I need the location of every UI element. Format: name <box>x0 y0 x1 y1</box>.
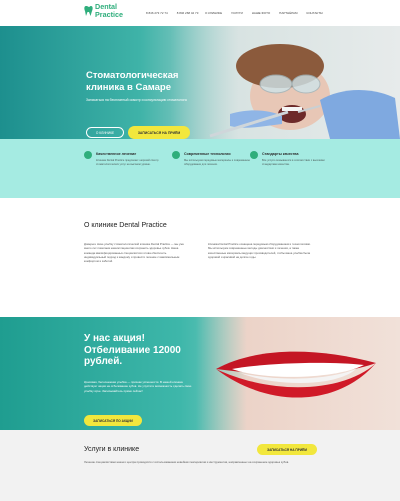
smile-photo <box>196 317 400 430</box>
page: Dental Practice 8 846 273 72 74 8 846 26… <box>0 0 400 501</box>
phone-list: 8 846 273 72 74 8 846 268 42 73 <box>146 11 198 15</box>
logo[interactable]: Dental Practice <box>84 3 135 18</box>
hero-section: Стоматологическая клиника в Самаре Запис… <box>0 26 400 139</box>
about-clinic-button[interactable]: О КЛИНИКЕ <box>86 127 124 138</box>
logo-text: Dental Practice <box>95 3 135 18</box>
feature-text: Клиника Dental Practice предлагает широк… <box>96 159 159 166</box>
services-signup-button[interactable]: ЗАПИСАТЬСЯ НА ПРИЁМ <box>257 444 317 455</box>
site-header: Dental Practice 8 846 273 72 74 8 846 26… <box>0 0 400 26</box>
about-section: О клинике Dental Practice Доверьте свою … <box>0 198 400 317</box>
quality-icon <box>250 151 258 159</box>
feature-text: Мы используем передовые материалы и совр… <box>184 159 250 166</box>
nav-item-about[interactable]: О клинике <box>205 11 222 15</box>
nav-item-services[interactable]: Услуги <box>231 11 243 15</box>
phone-2[interactable]: 8 846 268 42 73 <box>177 11 199 15</box>
nav-item-photos[interactable]: Наше фото <box>252 11 270 15</box>
feature-title: Качественное лечение <box>96 152 137 156</box>
hero-subtitle: Записаться на бесплатный осмотр и консул… <box>86 98 187 102</box>
hero-title: Стоматологическая клиника в Самаре <box>86 70 179 93</box>
about-text-right: Клиника Dental Practice оснащена передов… <box>208 242 311 259</box>
promo-section: У нас акция! Отбеливание 12000 рублей. К… <box>0 317 400 430</box>
logo-line2: Practice <box>95 9 123 19</box>
features-section: Качественное лечение Клиника Dental Prac… <box>0 139 400 198</box>
feature-text: Все услуги оказываются в соответствии с … <box>262 159 325 166</box>
promo-text: Красивая, белоснежная улыбка — признак у… <box>84 380 192 393</box>
about-text-left: Доверьте свою улыбку стоматологической к… <box>84 242 184 264</box>
feature-title: Стандарты качества <box>262 152 299 156</box>
technology-icon <box>172 151 180 159</box>
services-title: Услуги в клинике <box>84 446 140 453</box>
main-nav: О клинике Услуги Наше фото Партнёрам Кон… <box>205 11 323 15</box>
signup-button[interactable]: ЗАПИСАТЬСЯ НА ПРИЁМ <box>128 126 190 139</box>
nav-item-contacts[interactable]: Контакты <box>307 11 323 15</box>
treatment-icon <box>84 151 92 159</box>
phone-1[interactable]: 8 846 273 72 74 <box>146 11 168 15</box>
promo-title: У нас акция! Отбеливание 12000 рублей. <box>84 333 181 367</box>
services-text: Лечение специалистами нашего центра пров… <box>84 460 290 464</box>
nav-item-partners[interactable]: Партнёрам <box>279 11 297 15</box>
about-title: О клинике Dental Practice <box>84 222 167 229</box>
promo-signup-button[interactable]: ЗАПИСАТЬСЯ ПО АКЦИИ <box>84 415 142 426</box>
services-section: Услуги в клинике ЗАПИСАТЬСЯ НА ПРИЁМ Леч… <box>0 430 400 501</box>
feature-title: Современные технологии <box>184 152 231 156</box>
tooth-icon <box>84 5 93 16</box>
